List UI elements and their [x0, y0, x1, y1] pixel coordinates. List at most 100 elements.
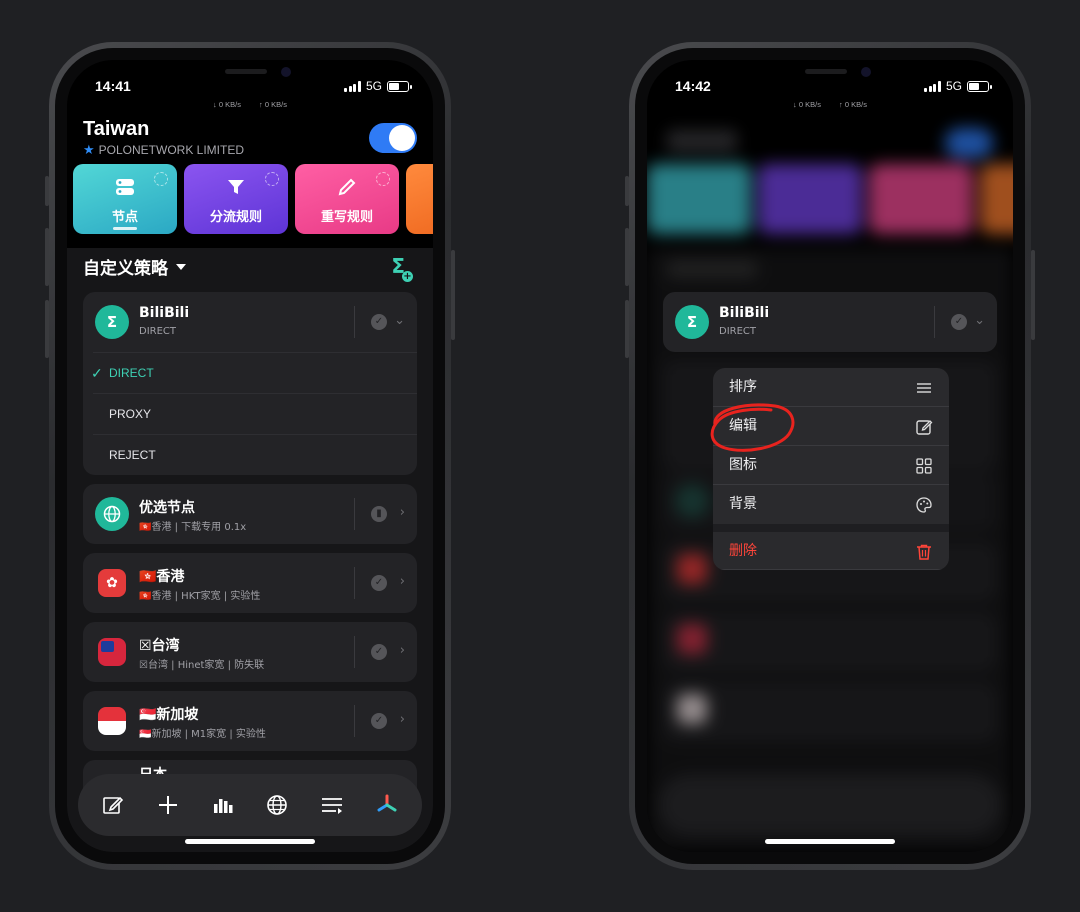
app-logo-icon[interactable] [372, 790, 402, 820]
group-name: 优选节点 [139, 500, 195, 516]
policy-card-taiwan[interactable]: ☒台湾 ☒台湾 | Hinet家宽 | 防失联 ✓ › [83, 622, 417, 682]
home-indicator[interactable] [765, 839, 895, 844]
tile-settings-icon [154, 172, 168, 186]
speed-icon[interactable]: ▮ [371, 506, 387, 522]
upload-speed: ↑ 0 KB/s [259, 100, 287, 109]
group-name: 🇸🇬新加坡 [139, 707, 199, 723]
option-proxy[interactable]: PROXY [93, 393, 417, 434]
tile-rules[interactable]: 分流规则 [184, 164, 288, 234]
grid-icon [916, 458, 932, 474]
lines-icon [917, 383, 931, 393]
tile-label: 节点 [111, 210, 138, 225]
check-icon[interactable]: ✓ [371, 314, 387, 330]
chevron-right-icon[interactable]: › [400, 574, 405, 589]
check-icon[interactable]: ✓ [371, 644, 387, 660]
speed-readout: ↓ 0 KB/s ↑ 0 KB/s [67, 100, 433, 109]
screen-left: 14:41 5G ↓ 0 KB/s ↑ 0 KB/s Taiwan ★ POLON… [67, 60, 433, 852]
sigma-icon: Σ [675, 305, 709, 339]
chevron-down-icon[interactable]: ⌄ [394, 313, 405, 328]
add-policy-icon[interactable]: Σ + [391, 254, 413, 282]
policy-card-bilibili: Σ BiliBili DIRECT ✓ ⌄ ✓ DIRECT PROXY REJE… [83, 292, 417, 475]
content-area: 自定义策略 Σ + Σ BiliBili DIRECT ✓ ⌄ ✓ DIRECT P… [67, 248, 433, 852]
chevron-right-icon[interactable]: › [400, 712, 405, 727]
policy-card-preferred[interactable]: 优选节点 🇭🇰香港 | 下载专用 0.1x ▮ › [83, 484, 417, 544]
phone-left: 14:41 5G ↓ 0 KB/s ↑ 0 KB/s Taiwan ★ POLON… [45, 42, 455, 870]
vpn-toggle[interactable] [369, 123, 417, 153]
highlight-circle-annotation [710, 403, 795, 452]
speed-readout: ↓ 0 KB/s ↑ 0 KB/s [647, 100, 1013, 109]
group-sub: 🇭🇰香港 | HKT家宽 | 实验性 [139, 591, 261, 602]
notch [153, 60, 347, 90]
globe-icon[interactable] [262, 790, 292, 820]
group-sub: 🇭🇰香港 | 下载专用 0.1x [139, 522, 247, 533]
add-icon[interactable] [153, 790, 183, 820]
pencil-icon [338, 178, 356, 196]
policy-row[interactable]: Σ BiliBili DIRECT ✓ ⌄ [83, 292, 417, 352]
policy-card-hongkong[interactable]: ✿ 🇭🇰香港 🇭🇰香港 | HKT家宽 | 实验性 ✓ › [83, 553, 417, 613]
status-time: 14:41 [95, 78, 131, 94]
check-icon[interactable]: ✓ [371, 713, 387, 729]
policy-name: BiliBili [719, 305, 770, 321]
menu-label: 删除 [729, 543, 757, 559]
section-title[interactable]: 自定义策略 [83, 254, 186, 279]
group-name: ☒台湾 [139, 638, 180, 654]
screen-right: 14:42 5G ↓ 0 KB/s ↑ 0 KB/s Σ BiliBili DI… [647, 60, 1013, 852]
policy-card-singapore[interactable]: 🇸🇬新加坡 🇸🇬新加坡 | M1家宽 | 实验性 ✓ › [83, 691, 417, 751]
download-speed: ↓ 0 KB/s [213, 100, 241, 109]
tile-rewrite[interactable]: 重写规则 [295, 164, 399, 234]
menu-item-delete[interactable]: 删除 [713, 532, 949, 570]
filter-icon [228, 180, 244, 194]
policy-selection: DIRECT [719, 326, 757, 337]
profile-title[interactable]: Taiwan [83, 118, 244, 141]
star-icon: ★ [83, 142, 95, 157]
sigma-icon: Σ [95, 305, 129, 339]
bottom-dock [78, 774, 422, 836]
group-sub: ☒台湾 | Hinet家宽 | 防失联 [139, 660, 265, 671]
check-icon[interactable]: ✓ [371, 575, 387, 591]
option-label: PROXY [109, 407, 152, 421]
home-indicator[interactable] [185, 839, 315, 844]
menu-label: 排序 [729, 379, 757, 395]
chevron-right-icon[interactable]: › [400, 505, 405, 520]
group-sub: 🇸🇬新加坡 | M1家宽 | 实验性 [139, 729, 266, 740]
check-icon[interactable]: ✓ [951, 314, 967, 330]
battery-icon [967, 80, 992, 92]
notch [733, 60, 927, 90]
tile-nodes[interactable]: 节点 [73, 164, 177, 234]
tile-settings-icon [265, 172, 279, 186]
chevron-right-icon[interactable]: › [400, 643, 405, 658]
network-label: 5G [945, 79, 962, 93]
option-direct[interactable]: ✓ DIRECT [91, 352, 417, 393]
tile-more[interactable] [406, 164, 433, 234]
download-speed: ↓ 0 KB/s [793, 100, 821, 109]
globe-icon [95, 497, 129, 531]
profile-subtitle: POLONETWORK LIMITED [98, 143, 245, 157]
trash-icon [917, 544, 931, 560]
policy-name: BiliBili [139, 305, 190, 321]
option-label: REJECT [109, 448, 156, 462]
tile-label: 分流规则 [209, 210, 262, 225]
group-name: 🇭🇰香港 [139, 569, 185, 585]
signal-icon [344, 80, 361, 92]
edit-icon[interactable] [98, 790, 128, 820]
option-label: DIRECT [109, 366, 154, 380]
section-title-text: 自定义策略 [83, 259, 168, 279]
tile-label: 重写规则 [320, 210, 373, 225]
profile-header: Taiwan ★ POLONETWORK LIMITED [83, 118, 244, 158]
tile-settings-icon [376, 172, 390, 186]
sg-flag-icon [98, 707, 126, 735]
server-icon [116, 179, 134, 195]
stats-icon[interactable] [208, 790, 238, 820]
menu-item-background[interactable]: 背景 [713, 485, 949, 524]
menu-label: 背景 [729, 496, 757, 512]
policy-selection: DIRECT [139, 326, 177, 337]
edit-icon [916, 420, 933, 435]
option-reject[interactable]: REJECT [93, 434, 417, 475]
policy-card-bilibili[interactable]: Σ BiliBili DIRECT ✓ ⌄ [663, 292, 997, 352]
checkmark-icon: ✓ [91, 365, 103, 381]
feature-tiles: 节点 分流规则 重写规则 [73, 164, 433, 234]
upload-speed: ↑ 0 KB/s [839, 100, 867, 109]
menu-label: 图标 [729, 457, 757, 473]
list-icon[interactable] [317, 790, 347, 820]
chevron-down-icon[interactable]: ⌄ [974, 313, 985, 328]
